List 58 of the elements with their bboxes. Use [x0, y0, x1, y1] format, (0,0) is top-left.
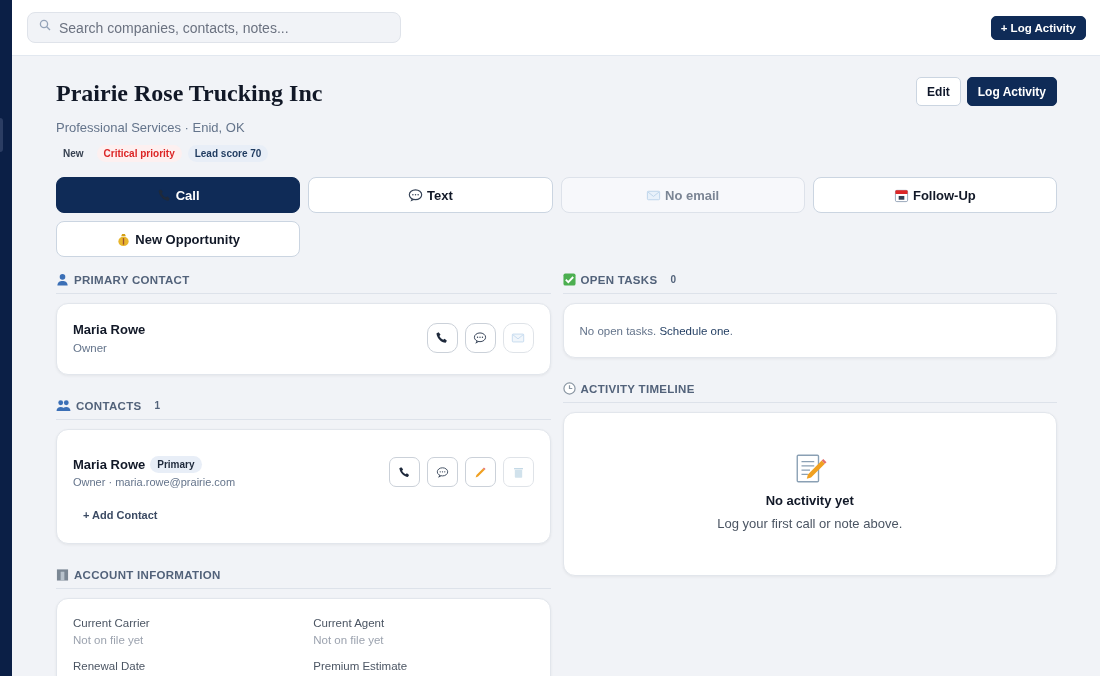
trash-icon — [511, 465, 525, 479]
empty-timeline-text: Log your first call or note above. — [717, 516, 903, 531]
pencil-icon — [473, 465, 487, 479]
section-heading: ACCOUNT INFORMATION — [74, 568, 221, 581]
field-label: Premium Estimate — [313, 660, 409, 672]
badge: Lead score 70 — [187, 145, 269, 162]
field-value: Not on file yet — [313, 634, 385, 646]
badge: Critical priority — [96, 145, 182, 162]
empty-tasks-text: No open tasks. Schedule one. — [579, 325, 733, 337]
phone-icon — [156, 187, 172, 203]
calendar-icon — [893, 187, 909, 203]
header-button[interactable]: Log Activity — [966, 77, 1057, 106]
money-bag-icon — [116, 231, 132, 247]
company-subtitle: Professional Services · Enid, OK — [56, 120, 246, 135]
chat-icon — [473, 331, 487, 345]
person-icon — [56, 273, 69, 286]
action-button[interactable]: Text — [308, 177, 553, 213]
company-name: Prairie Rose Trucking Inc — [56, 80, 323, 107]
pencil-button[interactable] — [464, 457, 496, 487]
field-label: Current Carrier — [73, 617, 151, 629]
building-icon — [56, 568, 69, 581]
empty-timeline-title: No activity yet — [765, 493, 854, 508]
add-contact-button[interactable]: + Add Contact — [75, 505, 166, 525]
chat-icon — [435, 465, 449, 479]
chat-button[interactable] — [426, 457, 458, 487]
field-label: Renewal Date — [73, 660, 147, 672]
contact-details: Owner · maria.rowe@prairie.com — [73, 476, 236, 488]
contact-name: Maria Rowe — [73, 322, 146, 337]
search-icon — [39, 19, 51, 31]
search-field[interactable]: Search companies, contacts, notes... — [27, 12, 401, 43]
action-button[interactable]: Call — [56, 177, 301, 213]
action-button[interactable]: New Opportunity — [56, 221, 301, 257]
checkmark-icon — [562, 273, 576, 286]
phone-icon — [435, 331, 449, 345]
action-button[interactable]: Follow-Up — [812, 177, 1057, 213]
log-activity-button[interactable]: + Log Activity — [990, 15, 1086, 40]
contact-role: Owner — [73, 342, 108, 354]
phone-button[interactable] — [426, 323, 458, 353]
envelope-icon — [511, 331, 525, 345]
people-icon — [56, 399, 71, 412]
section-heading: OPEN TASKS — [580, 273, 658, 286]
schedule-link[interactable]: Schedule one — [659, 325, 730, 337]
section-count: 0 — [670, 274, 676, 285]
contact-name: Maria Rowe — [73, 457, 146, 472]
section-count: 1 — [154, 400, 160, 411]
section-heading: PRIMARY CONTACT — [74, 273, 190, 286]
header-button[interactable]: Edit — [916, 77, 961, 106]
chat-button[interactable] — [464, 323, 496, 353]
phone-button[interactable] — [388, 457, 420, 487]
field-value: Not on file yet — [73, 634, 145, 646]
section-heading: ACTIVITY TIMELINE — [580, 382, 695, 395]
phone-icon — [397, 465, 411, 479]
section-heading: CONTACTS — [76, 399, 142, 412]
field-label: Current Agent — [313, 617, 386, 629]
sidebar-handle[interactable] — [0, 118, 3, 152]
clock-icon — [562, 382, 576, 395]
primary-tag: Primary — [150, 456, 202, 473]
chat-icon — [408, 187, 423, 203]
